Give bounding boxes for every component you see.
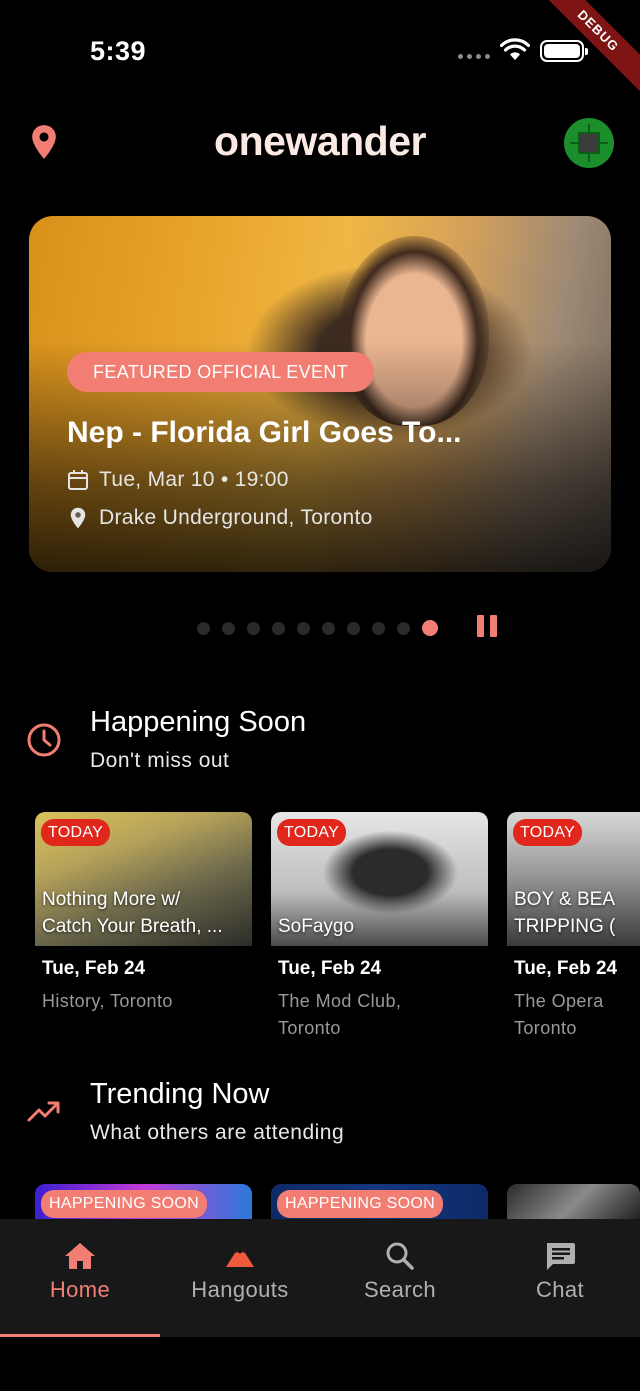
trending-card[interactable] [507, 1184, 640, 1224]
today-badge: TODAY [277, 819, 347, 846]
app-logo: onewander [214, 118, 426, 164]
event-caption: Nothing More w/ Catch Your Breath, ... [42, 889, 223, 937]
location-pin-icon [70, 507, 86, 529]
event-date: Tue, Feb 24 [42, 958, 146, 979]
status-bar: 5:39 [0, 0, 640, 100]
event-date: Tue, Feb 24 [514, 958, 618, 979]
featured-event-location: Drake Underground, Toronto [99, 506, 373, 529]
clock-icon [27, 723, 61, 757]
home-icon [65, 1243, 95, 1269]
featured-event-location-row: Drake Underground, Toronto [67, 506, 373, 530]
bottom-navigation: Home Hangouts Search Chat [0, 1219, 640, 1337]
featured-badge: FEATURED OFFICIAL EVENT [67, 352, 375, 392]
nav-search[interactable]: Search [320, 1219, 480, 1337]
battery-icon [540, 40, 588, 62]
trending-now-subtitle: What others are attending [90, 1121, 345, 1144]
trending-card[interactable]: HAPPENING SOON [271, 1184, 488, 1224]
nav-active-indicator [0, 1334, 160, 1337]
carousel-dot[interactable] [247, 621, 260, 635]
wifi-icon [500, 38, 530, 60]
event-venue: The Mod Club, Toronto [278, 991, 402, 1038]
mountain-icon [226, 1245, 254, 1267]
chip-icon [578, 132, 600, 154]
signal-icon [458, 54, 490, 59]
nav-home[interactable]: Home [0, 1219, 160, 1337]
happening-soon-title: Happening Soon [90, 706, 307, 738]
carousel-dot[interactable] [222, 621, 235, 635]
carousel-dot[interactable] [322, 621, 335, 635]
calendar-icon [68, 470, 88, 490]
carousel-indicator[interactable] [197, 620, 438, 636]
featured-event-card[interactable]: FEATURED OFFICIAL EVENT Nep - Florida Gi… [29, 216, 611, 572]
nav-hangouts[interactable]: Hangouts [160, 1219, 320, 1337]
profile-avatar[interactable] [564, 118, 614, 168]
event-card[interactable]: TODAY BOY & BEA TRIPPING ( Tue, Feb 24 T… [507, 812, 640, 1042]
carousel-dot[interactable] [272, 621, 285, 635]
event-caption: SoFaygo [278, 916, 355, 937]
chat-icon [547, 1243, 575, 1270]
carousel-dot[interactable] [372, 621, 385, 635]
trending-now-title: Trending Now [90, 1078, 270, 1110]
happening-soon-badge: HAPPENING SOON [277, 1190, 444, 1218]
event-card[interactable]: TODAY SoFaygo Tue, Feb 24 The Mod Club, … [271, 812, 488, 1042]
carousel-dot[interactable] [422, 620, 438, 636]
event-card[interactable]: TODAY Nothing More w/ Catch Your Breath,… [35, 812, 252, 1015]
happening-soon-subtitle: Don't miss out [90, 749, 230, 772]
event-image: TODAY Nothing More w/ Catch Your Breath,… [35, 812, 252, 946]
nav-hangouts-label: Hangouts [191, 1277, 289, 1302]
trending-up-icon [27, 1101, 60, 1122]
featured-event-title: Nep - Florida Girl Goes To... [67, 416, 462, 449]
today-badge: TODAY [41, 819, 111, 846]
carousel-dot[interactable] [347, 621, 360, 635]
today-badge: TODAY [513, 819, 583, 846]
carousel-dot[interactable] [397, 621, 410, 635]
nav-chat-label: Chat [535, 1277, 585, 1302]
featured-event-date-row: Tue, Mar 10 • 19:00 [67, 468, 289, 492]
nav-search-label: Search [363, 1277, 437, 1302]
status-time: 5:39 [90, 36, 147, 66]
featured-event-date: Tue, Mar 10 • 19:00 [99, 468, 289, 491]
event-venue: History, Toronto [42, 991, 173, 1011]
pause-icon[interactable] [477, 615, 497, 637]
carousel-dot[interactable] [297, 621, 310, 635]
carousel-dot[interactable] [197, 621, 210, 635]
nav-home-label: Home [49, 1277, 111, 1302]
search-icon [386, 1242, 414, 1270]
event-image: TODAY BOY & BEA TRIPPING ( [507, 812, 640, 946]
event-image: TODAY SoFaygo [271, 812, 488, 946]
trending-card[interactable]: HAPPENING SOON [35, 1184, 252, 1224]
happening-soon-badge: HAPPENING SOON [41, 1190, 208, 1218]
nav-chat[interactable]: Chat [480, 1219, 640, 1337]
event-date: Tue, Feb 24 [278, 958, 382, 979]
event-venue: The Opera Toronto [514, 991, 604, 1038]
event-caption: BOY & BEA TRIPPING ( [514, 889, 616, 937]
